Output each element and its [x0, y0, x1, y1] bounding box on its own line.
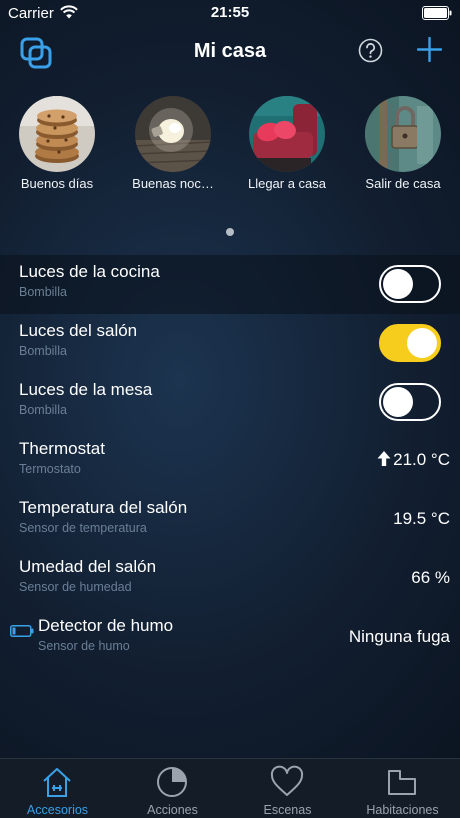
- humidity-value: 66 %: [411, 568, 450, 587]
- accessory-type: Bombilla: [19, 403, 67, 417]
- tab-habitaciones[interactable]: Habitaciones: [345, 759, 460, 818]
- scene-label: Buenos días: [20, 176, 94, 191]
- pie-icon: [157, 767, 187, 797]
- accessory-type: Bombilla: [19, 344, 67, 358]
- accessory-type: Sensor de temperatura: [19, 521, 147, 535]
- tab-accesorios[interactable]: Accesorios: [0, 759, 115, 818]
- accessory-type: Sensor de humedad: [19, 580, 132, 594]
- scene-buenos-dias[interactable]: Buenos días: [2, 96, 112, 196]
- scene-buenas-noches[interactable]: Buenas noc…: [118, 96, 228, 196]
- accessory-row-detector-humo[interactable]: Detector de humo Sensor de humo Ninguna …: [0, 609, 460, 668]
- heart-icon: [270, 765, 304, 796]
- add-icon[interactable]: [417, 37, 442, 62]
- scene-llegar-a-casa[interactable]: Llegar a casa: [232, 96, 342, 196]
- battery-low-icon: [10, 625, 34, 637]
- rooms-icon: [388, 770, 416, 795]
- accessory-name: Temperatura del salón: [19, 498, 188, 517]
- scene-salir-de-casa[interactable]: Salir de casa: [348, 96, 458, 196]
- thermostat-value: 21.0 °C: [377, 450, 450, 470]
- accessory-type: Termostato: [19, 462, 81, 476]
- accessory-name: Luces de la mesa: [19, 380, 153, 399]
- toggle-knob: [407, 328, 437, 358]
- light-toggle[interactable]: [379, 265, 441, 303]
- toggle-knob: [383, 387, 413, 417]
- accessory-row-temperatura-salon[interactable]: Temperatura del salón Sensor de temperat…: [0, 491, 460, 550]
- thermostat-temperature: 21.0 °C: [393, 450, 450, 469]
- scene-label: Salir de casa: [365, 176, 441, 191]
- accessory-name: Luces del salón: [19, 321, 138, 340]
- light-toggle[interactable]: [379, 383, 441, 421]
- accessory-row-luces-cocina[interactable]: Luces de la cocina Bombilla: [0, 255, 460, 314]
- accessory-row-luces-mesa[interactable]: Luces de la mesa Bombilla: [0, 373, 460, 432]
- accessory-name: Umedad del salón: [19, 557, 157, 576]
- arrow-up-icon: [377, 451, 391, 466]
- house-icon: [43, 768, 71, 797]
- toggle-knob: [383, 269, 413, 299]
- accessory-name: Detector de humo: [38, 616, 174, 635]
- temperature-value: 19.5 °C: [393, 509, 450, 528]
- sofa-photo: [249, 96, 325, 172]
- clock: 21:55: [210, 4, 250, 21]
- scene-label: Llegar a casa: [247, 176, 327, 191]
- accessory-name: Luces de la cocina: [19, 262, 160, 281]
- tab-label: Acciones: [147, 803, 198, 817]
- tab-label: Accesorios: [26, 803, 89, 817]
- accessory-name: Thermostat: [19, 439, 105, 458]
- page-indicator[interactable]: [226, 228, 234, 236]
- accessory-row-thermostat[interactable]: Thermostat Termostato 21.0 °C: [0, 432, 460, 491]
- light-toggle[interactable]: [379, 324, 441, 362]
- status-bar: Carrier 21:55: [0, 0, 460, 26]
- scene-label: Buenas noc…: [132, 176, 214, 191]
- padlock-photo: [365, 96, 441, 172]
- cookies-photo: [19, 96, 95, 172]
- accessory-type: Sensor de humo: [38, 639, 130, 653]
- tab-bar: Accesorios Acciones Escenas Habitaciones: [0, 758, 460, 818]
- help-icon[interactable]: [358, 38, 383, 63]
- scenes-carousel: Buenos días Buenas noc… Llegar a casa Sa…: [0, 96, 460, 196]
- tab-label: Habitaciones: [366, 803, 439, 817]
- tab-acciones[interactable]: Acciones: [115, 759, 230, 818]
- tab-label: Escenas: [263, 803, 312, 817]
- accessory-row-luces-salon[interactable]: Luces del salón Bombilla: [0, 314, 460, 373]
- accessory-type: Bombilla: [19, 285, 67, 299]
- lightbulb-photo: [135, 96, 211, 172]
- page-title: Mi casa: [193, 40, 267, 62]
- smoke-status: Ninguna fuga: [348, 627, 450, 646]
- nav-bar: Mi casa: [0, 26, 460, 78]
- battery-icon: [422, 6, 452, 20]
- accessory-row-humedad-salon[interactable]: Umedad del salón Sensor de humedad 66 %: [0, 550, 460, 609]
- tab-escenas[interactable]: Escenas: [230, 759, 345, 818]
